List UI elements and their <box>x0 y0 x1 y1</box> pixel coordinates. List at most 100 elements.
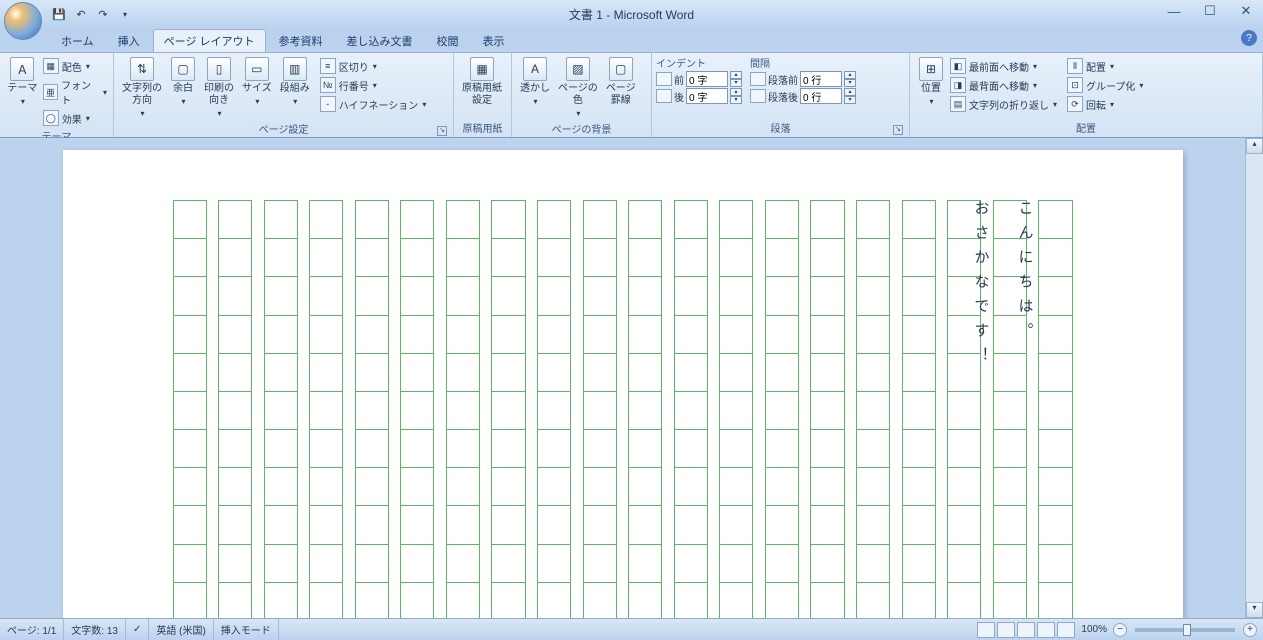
orientation[interactable]: ▯印刷の 向き▾ <box>200 55 238 120</box>
palette-icon: ▦ <box>43 58 59 74</box>
minimize-button[interactable]: — <box>1161 2 1187 20</box>
status-mode[interactable]: 挿入モード <box>214 619 279 640</box>
indent-right-icon <box>656 89 672 103</box>
dialog-launcher-icon[interactable]: ↘ <box>893 125 903 135</box>
text-column-1[interactable]: こんにちは。 <box>1010 200 1040 347</box>
status-page[interactable]: ページ: 1/1 <box>0 619 64 640</box>
text-direction[interactable]: ⇅文字列の 方向▾ <box>118 55 166 120</box>
indent-header: インデント <box>656 55 742 70</box>
qat-customize[interactable]: ▾ <box>116 5 134 23</box>
maximize-button[interactable]: ☐ <box>1197 2 1223 20</box>
text-wrap[interactable]: ▤文字列の折り返し▾ <box>948 95 1059 113</box>
indent-left-spinner[interactable]: ▴▾ <box>730 71 742 87</box>
group-pagesetup-label: ページ設定↘ <box>118 120 449 138</box>
close-button[interactable]: ✕ <box>1233 2 1259 20</box>
qat-save[interactable]: 💾 <box>50 5 68 23</box>
scroll-up[interactable]: ▴ <box>1246 138 1263 154</box>
window-title: 文書 1 - Microsoft Word <box>569 6 694 23</box>
align-icon: ⫴ <box>1067 58 1083 74</box>
ribbon-tabs: ホーム 挿入 ページ レイアウト 参考資料 差し込み文書 校閲 表示 ? <box>0 28 1263 52</box>
margins[interactable]: ▢余白▾ <box>166 55 200 108</box>
page-borders[interactable]: ▢ページ 罫線 <box>602 55 640 109</box>
theme-effects[interactable]: ◯効果▾ <box>41 109 109 127</box>
view-web[interactable] <box>1017 622 1035 638</box>
size[interactable]: ▭サイズ▾ <box>238 55 276 108</box>
scroll-down[interactable]: ▾ <box>1246 602 1263 618</box>
group-background-label: ページの背景 <box>516 120 647 138</box>
rotate[interactable]: ⟳回転▾ <box>1065 95 1145 113</box>
zoom-in[interactable]: + <box>1243 623 1257 637</box>
position[interactable]: ⊞位置▾ <box>914 55 948 108</box>
text-direction-icon: ⇅ <box>130 57 154 81</box>
tab-references[interactable]: 参考資料 <box>268 29 334 52</box>
tab-review[interactable]: 校閲 <box>426 29 470 52</box>
tab-view[interactable]: 表示 <box>472 29 516 52</box>
hyphenation[interactable]: -ハイフネーション▾ <box>318 95 429 113</box>
help-button[interactable]: ? <box>1241 30 1257 46</box>
align[interactable]: ⫴配置▾ <box>1065 57 1145 75</box>
columns[interactable]: ▥段組み▾ <box>276 55 314 108</box>
genkou-settings[interactable]: ▦原稿用紙 設定 <box>458 55 506 109</box>
qat-undo[interactable]: ↶ <box>72 5 90 23</box>
space-after-input[interactable] <box>800 88 842 104</box>
theme-fonts[interactable]: 亜フォント▾ <box>41 76 109 108</box>
breaks-icon: ≡ <box>320 58 336 74</box>
watermark-icon: A <box>523 57 547 81</box>
bring-front[interactable]: ◧最前面へ移動▾ <box>948 57 1059 75</box>
genkou-icon: ▦ <box>470 57 494 81</box>
back-icon: ◨ <box>950 77 966 93</box>
status-language[interactable]: 英語 (米国) <box>149 619 213 640</box>
margins-icon: ▢ <box>171 57 195 81</box>
spacing-header: 間隔 <box>750 55 856 70</box>
status-words[interactable]: 文字数: 13 <box>64 619 126 640</box>
status-bar: ページ: 1/1 文字数: 13 ✓ 英語 (米国) 挿入モード 100% − … <box>0 618 1263 640</box>
view-print-layout[interactable] <box>977 622 995 638</box>
page[interactable]: こんにちは。 おさかなです！ <box>63 150 1183 618</box>
rotate-icon: ⟳ <box>1067 96 1083 112</box>
text-column-2[interactable]: おさかなです！ <box>966 200 996 372</box>
status-proof[interactable]: ✓ <box>126 619 149 640</box>
vertical-scrollbar[interactable]: ▴ ▾ <box>1245 138 1263 618</box>
zoom-slider[interactable] <box>1135 628 1235 632</box>
space-before-icon <box>750 72 766 86</box>
zoom-level[interactable]: 100% <box>1081 624 1107 635</box>
font-icon: 亜 <box>43 84 58 100</box>
dialog-launcher-icon[interactable]: ↘ <box>437 126 447 136</box>
indent-right-input[interactable] <box>686 88 728 104</box>
space-after-spinner[interactable]: ▴▾ <box>844 88 856 104</box>
tab-insert[interactable]: 挿入 <box>107 29 151 52</box>
group-arrange-label: 配置 <box>914 119 1258 137</box>
send-back[interactable]: ◨最背面へ移動▾ <box>948 76 1059 94</box>
page-color[interactable]: ▨ページの 色▾ <box>554 55 602 120</box>
orientation-icon: ▯ <box>207 57 231 81</box>
watermark[interactable]: A透かし▾ <box>516 55 554 108</box>
tab-home[interactable]: ホーム <box>50 29 105 52</box>
view-draft[interactable] <box>1057 622 1075 638</box>
themes-button[interactable]: Ａ テーマ ▾ <box>4 55 41 108</box>
themes-icon: Ａ <box>10 57 34 81</box>
space-before-input[interactable] <box>800 71 842 87</box>
wrap-icon: ▤ <box>950 96 966 112</box>
space-before-spinner[interactable]: ▴▾ <box>844 71 856 87</box>
view-outline[interactable] <box>1037 622 1055 638</box>
document-area[interactable]: こんにちは。 おさかなです！ <box>0 138 1245 618</box>
group-paragraph-label: 段落↘ <box>656 119 905 137</box>
line-numbers[interactable]: №行番号▾ <box>318 76 429 94</box>
breaks[interactable]: ≡区切り▾ <box>318 57 429 75</box>
indent-left-input[interactable] <box>686 71 728 87</box>
line-no-icon: № <box>320 77 336 93</box>
front-icon: ◧ <box>950 58 966 74</box>
indent-left-icon <box>656 72 672 86</box>
theme-colors[interactable]: ▦配色▾ <box>41 57 109 75</box>
tab-mailings[interactable]: 差し込み文書 <box>336 29 424 52</box>
ribbon: Ａ テーマ ▾ ▦配色▾ 亜フォント▾ ◯効果▾ テーマ ⇅文字列の 方向▾ ▢… <box>0 52 1263 138</box>
zoom-out[interactable]: − <box>1113 623 1127 637</box>
qat-redo[interactable]: ↷ <box>94 5 112 23</box>
view-full-screen[interactable] <box>997 622 1015 638</box>
position-icon: ⊞ <box>919 57 943 81</box>
group-objects[interactable]: ⊡グループ化▾ <box>1065 76 1145 94</box>
office-button[interactable] <box>4 2 42 40</box>
indent-right-spinner[interactable]: ▴▾ <box>730 88 742 104</box>
tab-page-layout[interactable]: ページ レイアウト <box>153 29 266 52</box>
borders-icon: ▢ <box>609 57 633 81</box>
